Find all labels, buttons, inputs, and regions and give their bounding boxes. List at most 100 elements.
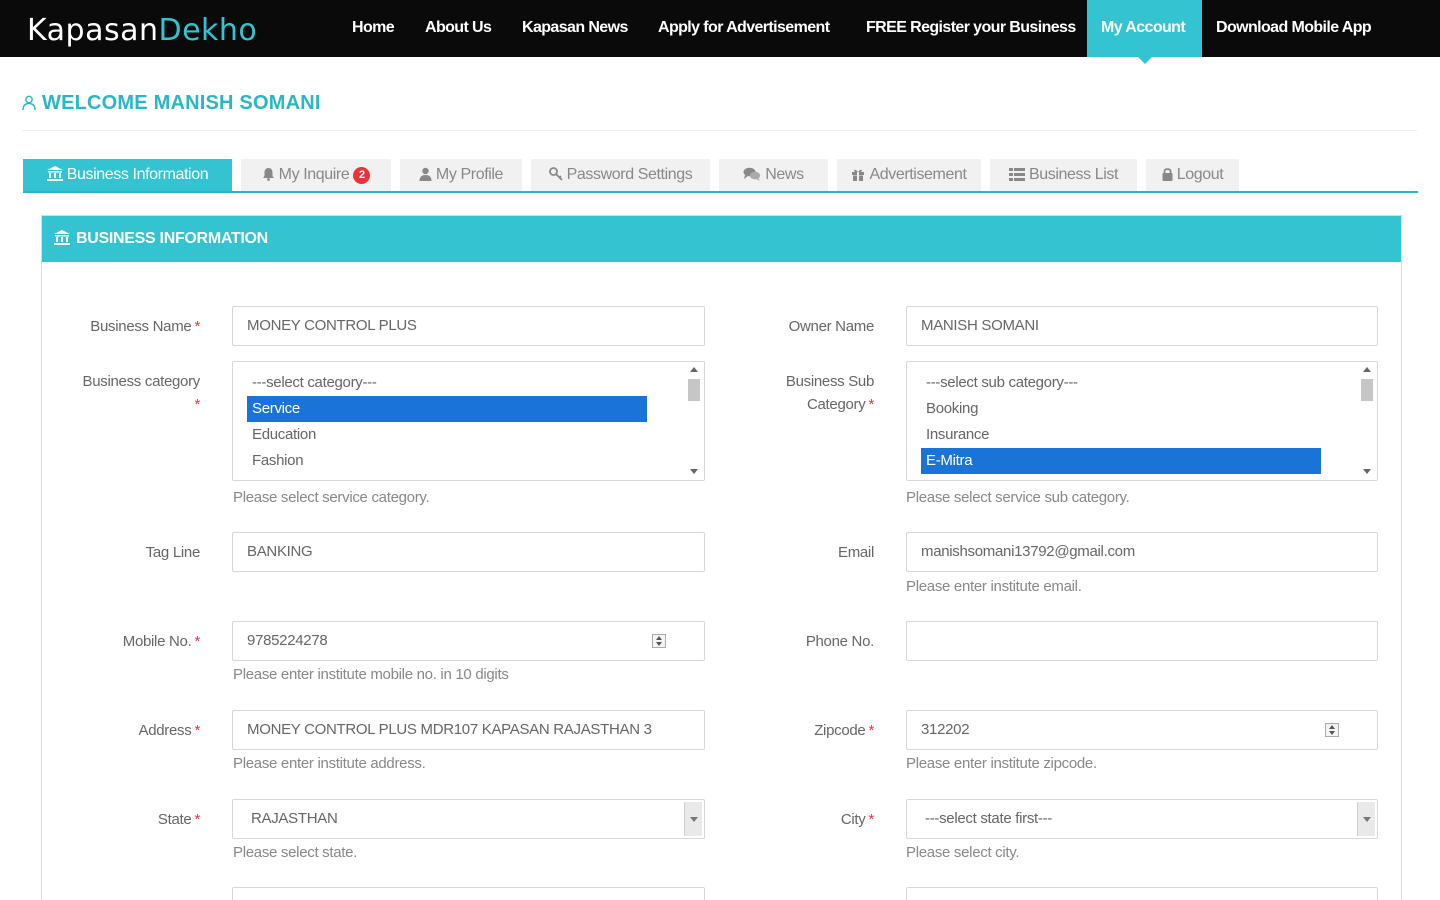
- city-select[interactable]: ---select state first---: [906, 799, 1378, 839]
- business-sub-category-listbox[interactable]: ---select sub category--- Booking Insura…: [906, 361, 1378, 481]
- mobile-label-text: Mobile No.: [122, 633, 192, 650]
- nav-my-account-label: My Account: [1101, 19, 1186, 36]
- tab-news[interactable]: News: [719, 159, 828, 191]
- email-label: Email: [837, 544, 874, 561]
- nav-download-app[interactable]: Download Mobile App: [1216, 0, 1372, 57]
- business-category-help: Please select service category.: [233, 489, 430, 506]
- next-field-input[interactable]: [232, 887, 705, 900]
- mobile-label: Mobile No. *: [40, 630, 201, 653]
- tab-business-list[interactable]: Business List: [990, 159, 1137, 191]
- sub-category-option[interactable]: ---select sub category---: [921, 370, 1321, 396]
- next-field-input[interactable]: [906, 887, 1378, 900]
- required-mark: *: [868, 722, 874, 739]
- nav-apply-advertisement[interactable]: Apply for Advertisement: [658, 0, 830, 57]
- user-icon: [22, 95, 36, 111]
- business-name-label-text: Business Name: [90, 318, 192, 335]
- panel-header: BUSINESS INFORMATION: [42, 216, 1401, 262]
- zipcode-label: Zipcode *: [714, 719, 874, 742]
- nav-home[interactable]: Home: [352, 0, 395, 57]
- logo-text-dekho: Dekho: [158, 13, 258, 48]
- top-navbar: KapasanDekho Home About Us Kapasan News …: [0, 0, 1440, 64]
- gift-icon: [852, 169, 865, 181]
- number-spinner[interactable]: [1325, 723, 1339, 737]
- email-help: Please enter institute email.: [906, 578, 1082, 595]
- sub-category-label-line1: Business Sub: [785, 373, 874, 390]
- tab-logout-label: Logout: [1176, 166, 1224, 183]
- nav-kapasan-news[interactable]: Kapasan News: [522, 0, 628, 57]
- tab-my-inquire[interactable]: My Inquire 2: [241, 159, 391, 191]
- zipcode-label-text: Zipcode: [814, 722, 866, 739]
- sub-category-option[interactable]: Insurance: [921, 422, 1321, 448]
- owner-name-label: Owner Name: [788, 318, 875, 335]
- account-tabs: Business Information My Inquire 2 My Prof…: [23, 159, 1418, 193]
- sub-category-label-line2: Category: [806, 396, 866, 413]
- nav-my-account[interactable]: My Account: [1087, 0, 1202, 64]
- tab-news-label: News: [765, 166, 804, 183]
- tab-advertisement[interactable]: Advertisement: [837, 159, 981, 191]
- address-input[interactable]: MONEY CONTROL PLUS MDR107 KAPASAN RAJAST…: [232, 710, 705, 750]
- business-category-label: Business category *: [40, 370, 201, 416]
- tab-logout[interactable]: Logout: [1146, 159, 1239, 191]
- lock-icon: [1162, 168, 1173, 181]
- chat-icon: [743, 167, 761, 181]
- mobile-value: 9785224278: [247, 632, 328, 649]
- listbox-scrollbar[interactable]: [686, 364, 702, 478]
- sub-category-option-selected[interactable]: E-Mitra: [921, 448, 1321, 474]
- mobile-input[interactable]: 9785224278: [232, 621, 705, 661]
- logo-text-kapasan: Kapasan: [27, 13, 159, 48]
- tab-password-settings-label: Password Settings: [566, 166, 693, 183]
- business-category-listbox[interactable]: ---select category--- Service Education …: [232, 361, 705, 481]
- category-option[interactable]: Education: [247, 422, 647, 448]
- owner-name-input[interactable]: MANISH SOMANI: [906, 306, 1378, 346]
- address-help: Please enter institute address.: [233, 755, 426, 772]
- mobile-help: Please enter institute mobile no. in 10 …: [233, 666, 509, 683]
- category-option[interactable]: Fashion: [247, 448, 647, 474]
- tab-business-information-label: Business Information: [66, 166, 209, 183]
- active-caret: [1137, 57, 1152, 64]
- list-icon: [1008, 168, 1025, 181]
- tag-line-input[interactable]: BANKING: [232, 532, 705, 572]
- state-help: Please select state.: [233, 844, 358, 861]
- city-label-text: City: [840, 811, 866, 828]
- address-label: Address *: [40, 719, 201, 742]
- tab-business-list-label: Business List: [1028, 166, 1119, 183]
- nav-about-us[interactable]: About Us: [425, 0, 492, 57]
- category-option[interactable]: ---select category---: [247, 370, 647, 396]
- divider: [22, 130, 1417, 131]
- required-mark: *: [194, 811, 200, 828]
- key-icon: [548, 167, 563, 181]
- bell-icon: [262, 168, 274, 181]
- site-logo[interactable]: KapasanDekho: [27, 13, 257, 48]
- city-selected-value: ---select state first---: [925, 810, 1052, 827]
- state-select[interactable]: RAJASTHAN: [232, 799, 705, 839]
- tab-password-settings[interactable]: Password Settings: [531, 159, 710, 191]
- sub-category-option[interactable]: Booking: [921, 396, 1321, 422]
- bank-icon: [46, 166, 63, 181]
- tab-my-profile[interactable]: My Profile: [400, 159, 522, 191]
- business-name-input[interactable]: MONEY CONTROL PLUS: [232, 306, 705, 346]
- required-mark: *: [194, 722, 200, 739]
- listbox-scrollbar[interactable]: [1359, 364, 1375, 478]
- tab-advertisement-label: Advertisement: [869, 166, 967, 183]
- category-option-selected[interactable]: Service: [247, 396, 647, 422]
- required-mark: *: [194, 318, 200, 335]
- tab-my-profile-label: My Profile: [435, 166, 504, 183]
- phone-input[interactable]: [906, 621, 1378, 661]
- required-mark: *: [194, 633, 200, 650]
- business-name-label: Business Name *: [40, 315, 200, 338]
- business-category-label-text: Business category: [82, 373, 201, 390]
- phone-label: Phone No.: [805, 633, 874, 650]
- inquire-count-badge: 2: [353, 167, 371, 184]
- state-selected-value: RAJASTHAN: [251, 810, 338, 827]
- zipcode-value: 312202: [921, 721, 970, 738]
- number-spinner[interactable]: [652, 634, 666, 648]
- state-label-text: State: [157, 811, 192, 828]
- tab-business-information[interactable]: Business Information: [23, 159, 232, 191]
- business-sub-category-help: Please select service sub category.: [906, 489, 1130, 506]
- zipcode-input[interactable]: 312202: [906, 710, 1378, 750]
- welcome-heading: WELCOME MANISH SOMANI: [22, 92, 321, 115]
- bank-icon: [54, 230, 70, 245]
- nav-register-business[interactable]: FREE Register your Business: [866, 0, 1076, 57]
- chevron-down-icon: [684, 802, 702, 836]
- email-input[interactable]: manishsomani13792@gmail.com: [906, 532, 1378, 572]
